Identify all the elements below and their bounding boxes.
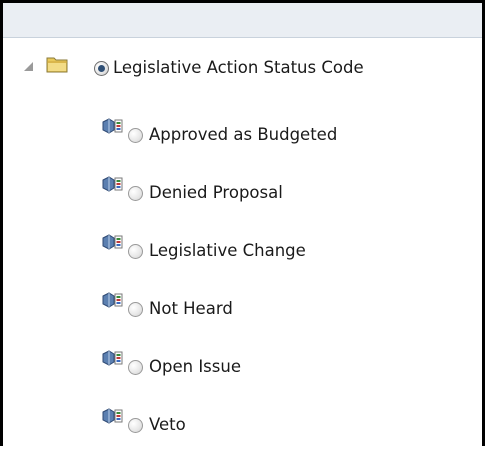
- member-radio[interactable]: [128, 360, 143, 375]
- member-icon: [101, 349, 123, 367]
- member-radio[interactable]: [128, 418, 143, 433]
- member-icon: [101, 175, 123, 193]
- member-icon: [101, 233, 123, 251]
- tree-item-label: Not Heard: [149, 299, 233, 318]
- member-icon: [101, 291, 123, 309]
- member-radio[interactable]: [128, 186, 143, 201]
- member-icon: [101, 407, 123, 425]
- tree-item-not-heard[interactable]: Not Heard: [3, 278, 482, 336]
- tree-root-label: Legislative Action Status Code: [113, 58, 364, 77]
- tree-panel: Legislative Action Status Code Approved …: [0, 0, 485, 446]
- member-radio[interactable]: [128, 244, 143, 259]
- tree-item-denied-proposal[interactable]: Denied Proposal: [3, 162, 482, 220]
- member-tree: Legislative Action Status Code Approved …: [3, 38, 482, 452]
- tree-item-label: Veto: [149, 415, 186, 434]
- tree-item-approved-as-budgeted[interactable]: Approved as Budgeted: [3, 104, 482, 162]
- tree-root-row[interactable]: Legislative Action Status Code: [3, 38, 482, 104]
- root-radio[interactable]: [94, 61, 109, 76]
- tree-item-label: Approved as Budgeted: [149, 125, 338, 144]
- tree-item-label: Open Issue: [149, 357, 241, 376]
- member-icon: [101, 117, 123, 135]
- expanded-triangle-icon[interactable]: [24, 62, 33, 71]
- tree-item-label: Denied Proposal: [149, 183, 283, 202]
- member-radio[interactable]: [128, 128, 143, 143]
- tree-item-veto[interactable]: Veto: [3, 394, 482, 452]
- panel-header: [3, 3, 482, 38]
- tree-item-label: Legislative Change: [149, 241, 306, 260]
- tree-item-legislative-change[interactable]: Legislative Change: [3, 220, 482, 278]
- tree-item-open-issue[interactable]: Open Issue: [3, 336, 482, 394]
- member-radio[interactable]: [128, 302, 143, 317]
- folder-icon: [46, 55, 68, 73]
